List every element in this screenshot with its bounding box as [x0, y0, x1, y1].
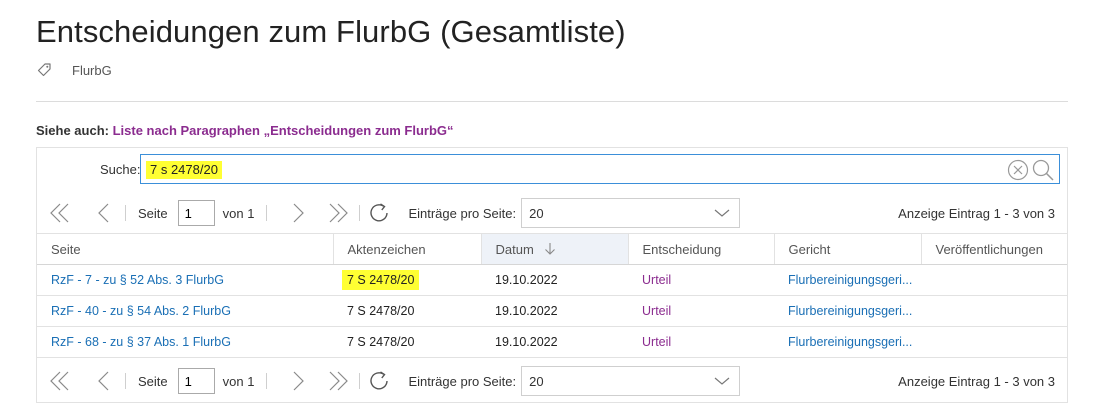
row-link[interactable]: RzF - 40 - zu § 54 Abs. 2 FlurbG — [51, 304, 231, 318]
page-label: Seite — [138, 205, 168, 221]
cell-entscheidung: Urteil — [628, 326, 774, 358]
see-also-label: Siehe auch: — [36, 123, 109, 138]
cell-datum: 19.10.2022 — [481, 295, 628, 327]
pager-separator — [266, 373, 268, 389]
per-page-value: 20 — [529, 205, 544, 221]
cell-entscheidung: Urteil — [628, 295, 774, 327]
results-table: Seite Aktenzeichen Datum Entscheidung Ge… — [37, 233, 1067, 358]
cell-seite: RzF - 7 - zu § 52 Abs. 3 FlurbG — [37, 264, 333, 296]
per-page-select[interactable]: 20 — [521, 366, 741, 396]
page-of-label: von 1 — [222, 205, 255, 221]
table-row: RzF - 68 - zu § 37 Abs. 1 FlurbG 7 S 247… — [37, 326, 1067, 358]
page-of-label: von 1 — [222, 373, 255, 389]
cell-datum: 19.10.2022 — [481, 326, 628, 358]
pager-separator — [266, 205, 268, 221]
cell-aktenzeichen: 7 S 2478/20 — [333, 326, 481, 358]
refresh-button[interactable] — [364, 366, 394, 396]
chevron-left-icon — [98, 371, 109, 391]
next-page-button[interactable] — [283, 366, 313, 396]
page-label: Seite — [138, 373, 168, 389]
results-panel: Suche: 7 s 2478/20 Seite 1 von 1 Einträg… — [36, 147, 1068, 403]
cell-veroeffentlichungen — [921, 295, 1067, 327]
pager-separator — [359, 205, 361, 221]
column-header-seite[interactable]: Seite — [37, 233, 333, 265]
first-page-button[interactable] — [45, 366, 75, 396]
per-page-select[interactable]: 20 — [521, 198, 741, 228]
pager-bottom: Seite von 1 Einträge pro Seite: 20 — [37, 365, 1067, 397]
tag-icon — [37, 63, 51, 77]
tag-label[interactable]: FlurbG — [72, 63, 112, 78]
page-number-input[interactable] — [177, 200, 215, 226]
column-header-aktenzeichen[interactable]: Aktenzeichen — [332, 233, 481, 265]
double-chevron-left-icon — [50, 371, 69, 391]
table-header-row: Seite Aktenzeichen Datum Entscheidung Ge… — [37, 233, 1067, 265]
search-icon[interactable] — [1031, 158, 1055, 187]
pager-separator — [359, 373, 361, 389]
double-chevron-right-icon — [330, 203, 349, 223]
cell-veroeffentlichungen — [921, 326, 1067, 358]
pager-info: Anzeige Eintrag 1 - 3 von 3 — [898, 205, 1055, 221]
double-chevron-left-icon — [50, 203, 69, 223]
column-header-datum-label: Datum — [495, 241, 534, 257]
refresh-icon — [370, 371, 389, 390]
last-page-button[interactable] — [323, 198, 353, 228]
pager-info: Anzeige Eintrag 1 - 3 von 3 — [898, 373, 1055, 389]
cell-gericht: Flurbereinigungsgeri... — [774, 326, 921, 358]
per-page-label: Einträge pro Seite: — [408, 373, 517, 389]
chevron-down-icon — [714, 377, 730, 385]
cell-gericht: Flurbereinigungsgeri... — [774, 264, 921, 296]
search-input[interactable]: 7 s 2478/20 — [140, 154, 1060, 184]
see-also-link[interactable]: Liste nach Paragraphen „Entscheidungen z… — [113, 123, 454, 138]
double-chevron-right-icon — [330, 371, 349, 391]
first-page-button[interactable] — [45, 198, 75, 228]
search-highlight: 7 S 2478/20 — [342, 270, 420, 290]
cell-veroeffentlichungen — [921, 264, 1067, 296]
cell-entscheidung: Urteil — [628, 264, 774, 296]
chevron-left-icon — [98, 203, 109, 223]
per-page-value: 20 — [529, 373, 544, 389]
prev-page-button[interactable] — [89, 366, 119, 396]
arrow-down-icon — [545, 242, 556, 255]
page-number-input[interactable] — [177, 368, 215, 394]
column-header-entscheidung[interactable]: Entscheidung — [627, 233, 774, 265]
column-header-datum[interactable]: Datum — [480, 233, 628, 265]
search-label: Suche: — [100, 162, 141, 177]
refresh-icon — [370, 203, 389, 222]
next-page-button[interactable] — [283, 198, 313, 228]
chevron-right-icon — [294, 203, 305, 223]
clear-icon[interactable] — [1007, 159, 1029, 186]
cell-seite: RzF - 40 - zu § 54 Abs. 2 FlurbG — [37, 295, 333, 327]
refresh-button[interactable] — [364, 198, 394, 228]
cell-aktenzeichen: 7 S 2478/20 — [333, 295, 481, 327]
table-row: RzF - 40 - zu § 54 Abs. 2 FlurbG 7 S 247… — [37, 295, 1067, 327]
cell-aktenzeichen: 7 S 2478/20 — [333, 264, 481, 296]
column-header-veroeffentlichungen[interactable]: Veröffentlichungen — [920, 233, 1067, 265]
page-title: Entscheidungen zum FlurbG (Gesamtliste) — [36, 14, 626, 49]
tag-row: FlurbG — [36, 61, 112, 79]
pager-separator — [125, 205, 126, 221]
divider — [36, 101, 1068, 102]
cell-seite: RzF - 68 - zu § 37 Abs. 1 FlurbG — [37, 326, 333, 358]
see-also: Siehe auch: Liste nach Paragraphen „Ents… — [36, 123, 454, 138]
pager-separator — [125, 373, 126, 389]
row-link[interactable]: RzF - 7 - zu § 52 Abs. 3 FlurbG — [51, 273, 224, 287]
pager-top: Seite von 1 Einträge pro Seite: 20 — [37, 197, 1067, 229]
chevron-down-icon — [714, 209, 730, 217]
chevron-right-icon — [294, 371, 305, 391]
search-value: 7 s 2478/20 — [146, 161, 222, 179]
table-row: RzF - 7 - zu § 52 Abs. 3 FlurbG 7 S 2478… — [37, 264, 1067, 296]
cell-datum: 19.10.2022 — [481, 264, 628, 296]
column-header-gericht[interactable]: Gericht — [773, 233, 921, 265]
last-page-button[interactable] — [323, 366, 353, 396]
prev-page-button[interactable] — [89, 198, 119, 228]
row-link[interactable]: RzF - 68 - zu § 37 Abs. 1 FlurbG — [51, 335, 231, 349]
per-page-label: Einträge pro Seite: — [408, 205, 517, 221]
cell-gericht: Flurbereinigungsgeri... — [774, 295, 921, 327]
